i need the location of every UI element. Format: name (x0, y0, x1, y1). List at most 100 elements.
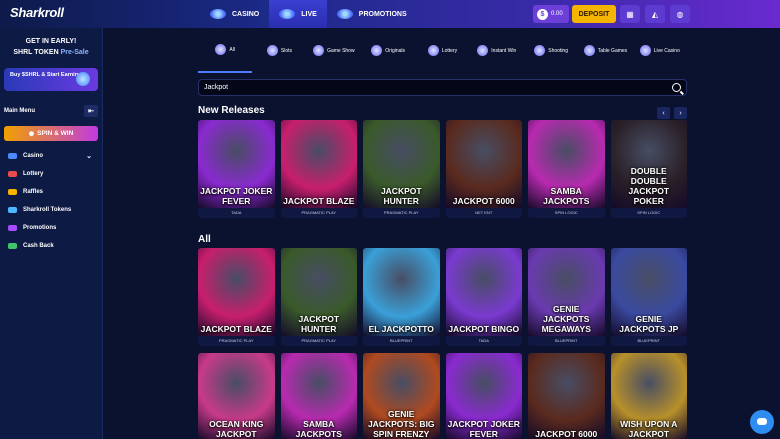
game-card[interactable]: JACKPOT HUNTER PRAGMATIC PLAY (363, 120, 440, 218)
tab-game-show[interactable]: Game Show (307, 28, 361, 73)
all-games-row: OCEAN KING JACKPOT SAMBA JACKPOTS GENIE JA… (198, 353, 687, 439)
game-title: EL JACKPOTTO (368, 324, 434, 334)
game-provider: SPIN LOGIC (528, 208, 605, 218)
game-card[interactable]: JACKPOT JOKER FEVER TADA (198, 120, 275, 218)
flag-us-icon[interactable]: ▦ (620, 5, 640, 23)
game-card[interactable]: EL JACKPOTTO BLUEPRINT (363, 248, 440, 346)
game-card[interactable]: JACKPOT 6000 (528, 353, 605, 439)
tab-live-casino[interactable]: Live Casino (633, 28, 687, 73)
game-provider: BLUEPRINT (610, 336, 687, 346)
game-card[interactable]: JACKPOT HUNTER PRAGMATIC PLAY (280, 248, 357, 346)
chevron-left-icon[interactable]: ‹ (657, 107, 670, 119)
tab-table-games[interactable]: Table Games (578, 28, 632, 73)
game-title: JACKPOT BINGO (448, 324, 520, 334)
spin-win-button[interactable]: ✺ SPIN & WIN (4, 126, 98, 141)
nav-casino[interactable]: CASINO (200, 0, 269, 28)
tab-lottery[interactable]: Lottery (415, 28, 469, 73)
game-card[interactable]: JACKPOT 6000 NET ENT (445, 120, 522, 218)
brand-logo[interactable]: Sharkroll (10, 5, 64, 20)
tab-label: All (229, 46, 235, 53)
sidebar-item-tokens[interactable]: Sharkroll Tokens (4, 201, 98, 219)
sidebar-item-casino[interactable]: Casino ⌄ (4, 147, 98, 165)
game-title: JACKPOT 6000 (452, 196, 515, 206)
game-provider: PRAGMATIC PLAY (198, 336, 275, 346)
collapse-sidebar-icon[interactable]: ⇤ (84, 105, 98, 117)
all-icon (215, 44, 227, 55)
profile-avatar-icon[interactable]: ◍ (670, 5, 690, 23)
buy-shrl-label: Buy $SHRL & Start Earning! (10, 72, 84, 78)
sidebar-item-promotions[interactable]: Promotions (4, 219, 98, 237)
game-show-icon (313, 45, 325, 56)
tab-originals[interactable]: Originals (361, 28, 415, 73)
game-provider: BLUEPRINT (528, 336, 605, 346)
live-casino-icon (639, 45, 651, 56)
nav-live[interactable]: LIVE (269, 0, 327, 28)
table-games-icon (583, 45, 595, 56)
notifications-icon[interactable]: ◭ (645, 5, 665, 23)
tab-all[interactable]: All (198, 28, 253, 73)
sidebar: GET IN EARLY! SHRL TOKEN Pre-Sale Buy $S… (0, 28, 103, 439)
game-card[interactable]: GENIE JACKPOTS: BIG SPIN FRENZY (363, 353, 440, 439)
tab-label: Originals (385, 47, 406, 54)
sidebar-item-raffles[interactable]: Raffles (4, 183, 98, 201)
tab-label: Shooting (548, 47, 568, 54)
shooting-icon (534, 45, 546, 56)
game-thumbnail (445, 120, 522, 208)
game-title: SAMBA JACKPOTS (295, 419, 342, 439)
tab-slots[interactable]: Slots (252, 28, 306, 73)
game-title: DOUBLE DOUBLE JACKPOT POKER (628, 166, 670, 206)
sidebar-item-cashback[interactable]: Cash Back (4, 237, 98, 255)
game-provider: BLUEPRINT (363, 336, 440, 346)
game-title: WISH UPON A JACKPOT (620, 419, 678, 439)
nav-promotions-label: PROMOTIONS (358, 10, 407, 18)
game-card[interactable]: JACKPOT BLAZE PRAGMATIC PLAY (198, 248, 275, 346)
game-card[interactable]: GENIE JACKPOTS MEGAWAYS BLUEPRINT (528, 248, 605, 346)
game-card[interactable]: JACKPOT JOKER FEVER (445, 353, 522, 439)
presale-line1: GET IN EARLY! (25, 38, 77, 45)
game-card[interactable]: DOUBLE DOUBLE JACKPOT POKER SPIN LOGIC (610, 120, 687, 218)
balance-display[interactable]: $ 0.00 (533, 5, 569, 23)
main-menu-header: Main Menu ⇤ (4, 105, 98, 117)
game-provider: PRAGMATIC PLAY (280, 208, 357, 218)
deposit-button[interactable]: DEPOSIT (572, 5, 616, 23)
tab-instant-win[interactable]: Instant Win (470, 28, 524, 73)
buy-shrl-banner[interactable]: Buy $SHRL & Start Earning! (4, 68, 98, 91)
search-input[interactable]: Jackpot (198, 79, 687, 96)
tab-label: Lottery (441, 47, 458, 54)
game-provider: NET ENT (445, 208, 522, 218)
game-title: JACKPOT BLAZE (200, 324, 272, 334)
game-provider: TADA (445, 336, 522, 346)
game-title: GENIE JACKPOTS: BIG SPIN FRENZY (367, 409, 435, 439)
instant-win-icon (477, 45, 489, 56)
balance-value: 0.00 (551, 11, 563, 17)
tab-label: Slots (280, 47, 293, 54)
nav-promotions[interactable]: PROMOTIONS (327, 0, 417, 28)
chevron-down-icon: ⌄ (86, 153, 92, 160)
coin-icon: $ (537, 8, 548, 20)
chat-support-button[interactable] (750, 410, 774, 434)
game-card[interactable]: SAMBA JACKPOTS SPIN LOGIC (528, 120, 605, 218)
tab-shooting[interactable]: Shooting (524, 28, 578, 73)
all-games-row: JACKPOT BLAZE PRAGMATIC PLAY JACKPOT HUNTE… (198, 248, 687, 346)
presale-banner[interactable]: GET IN EARLY! SHRL TOKEN Pre-Sale (4, 32, 98, 64)
game-card[interactable]: SAMBA JACKPOTS (280, 353, 357, 439)
game-card[interactable]: JACKPOT BLAZE PRAGMATIC PLAY (280, 120, 357, 218)
section-title-all: All (198, 234, 211, 245)
game-thumbnail (363, 248, 440, 336)
cashback-icon (8, 243, 17, 249)
sidebar-item-label: Cash Back (23, 243, 54, 249)
sidebar-item-label: Sharkroll Tokens (23, 207, 72, 213)
chevron-right-icon[interactable]: › (674, 107, 687, 119)
token-icon (8, 207, 17, 213)
search-icon[interactable] (672, 83, 681, 92)
game-card[interactable]: JACKPOT BINGO TADA (445, 248, 522, 346)
game-title: JACKPOT BLAZE (283, 196, 355, 206)
promotions-icon (8, 225, 17, 231)
nav-live-label: LIVE (301, 10, 317, 18)
live-icon (279, 9, 296, 19)
sidebar-item-lottery[interactable]: Lottery (4, 165, 98, 183)
game-card[interactable]: GENIE JACKPOTS JP BLUEPRINT (610, 248, 687, 346)
game-card[interactable]: OCEAN KING JACKPOT (198, 353, 275, 439)
spin-win-label: SPIN & WIN (37, 130, 74, 137)
game-card[interactable]: WISH UPON A JACKPOT (610, 353, 687, 439)
